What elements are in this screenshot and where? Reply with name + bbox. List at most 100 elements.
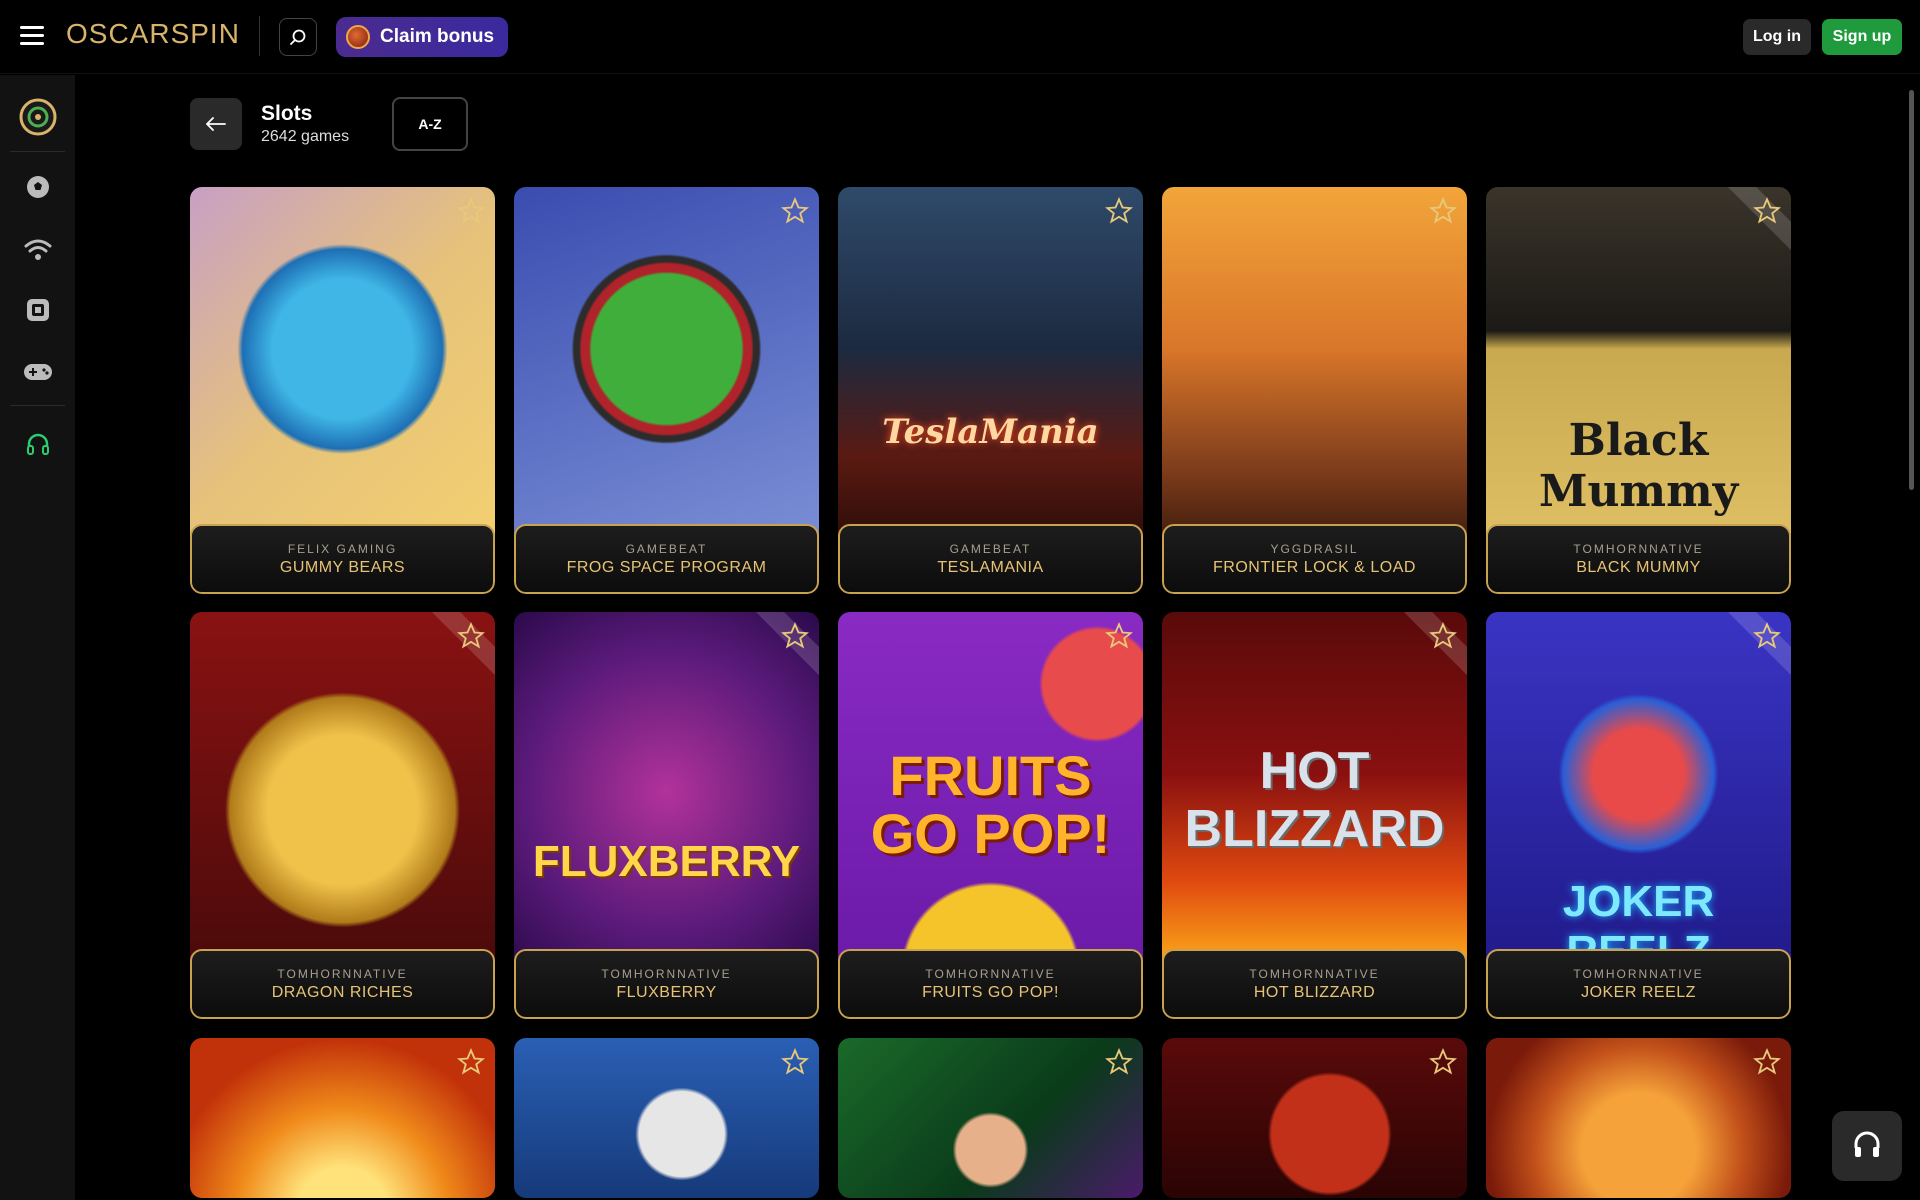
game-info-panel: TOMHORNNATIVE BLACK MUMMY xyxy=(1486,524,1791,594)
sidebar-item-support[interactable] xyxy=(0,420,75,470)
game-thumbnail xyxy=(1162,1038,1467,1198)
game-thumbnail: FLUXBERRY xyxy=(514,612,819,972)
game-thumbnail xyxy=(514,1038,819,1198)
favorite-star-icon[interactable] xyxy=(1429,1048,1457,1076)
sidebar-item-live[interactable] xyxy=(0,224,75,274)
game-card[interactable] xyxy=(838,1038,1143,1198)
favorite-star-icon[interactable] xyxy=(1105,1048,1133,1076)
favorite-star-icon[interactable] xyxy=(1753,197,1781,225)
site-logo[interactable]: OSCARSPIN xyxy=(66,18,240,50)
scrollbar-thumb[interactable] xyxy=(1909,90,1914,490)
sidebar-item-casino[interactable] xyxy=(0,285,75,335)
sidebar-item-games[interactable] xyxy=(0,347,75,397)
favorite-star-icon[interactable] xyxy=(781,622,809,650)
game-card[interactable]: Black Mummy TOMHORNNATIVE BLACK MUMMY xyxy=(1486,187,1791,594)
game-provider: YGGDRASIL xyxy=(1270,542,1359,556)
game-card[interactable]: JOKER REELZ TOMHORNNATIVE JOKER REELZ xyxy=(1486,612,1791,1019)
claim-bonus-button[interactable]: Claim bonus xyxy=(336,17,508,57)
game-card[interactable] xyxy=(1486,1038,1791,1198)
game-thumbnail xyxy=(1162,187,1467,547)
game-art-title: FRUITS GO POP! xyxy=(870,744,1111,865)
game-card[interactable] xyxy=(190,1038,495,1198)
game-card[interactable]: FELIX GAMING GUMMY BEARS xyxy=(190,187,495,594)
claim-bonus-label: Claim bonus xyxy=(380,26,495,47)
divider xyxy=(259,16,260,56)
back-button[interactable] xyxy=(190,98,242,150)
live-support-button[interactable] xyxy=(1832,1111,1902,1181)
game-card[interactable]: GAMEBEAT FROG SPACE PROGRAM xyxy=(514,187,819,594)
sort-az-button[interactable]: A-Z xyxy=(392,97,468,151)
game-card[interactable]: YGGDRASIL FRONTIER LOCK & LOAD xyxy=(1162,187,1467,594)
game-provider: TOMHORNNATIVE xyxy=(1573,967,1704,981)
sidebar-item-sports[interactable] xyxy=(0,162,75,212)
game-info-panel: GAMEBEAT TESLAMANIA xyxy=(838,524,1143,594)
headset-icon xyxy=(1854,1131,1880,1157)
game-thumbnail xyxy=(190,612,495,972)
game-count: 2642 games xyxy=(261,128,350,145)
game-art-title: HOT BLIZZARD xyxy=(1184,742,1445,858)
game-title: HOT BLIZZARD xyxy=(1253,984,1376,1001)
game-thumbnail: JOKER REELZ xyxy=(1486,612,1791,976)
divider xyxy=(10,151,65,152)
game-info-panel: TOMHORNNATIVE HOT BLIZZARD xyxy=(1162,949,1467,1019)
game-card[interactable]: FRUITS GO POP! TOMHORNNATIVE FRUITS GO P… xyxy=(838,612,1143,1019)
scrollbar[interactable] xyxy=(1908,80,1916,1200)
game-card[interactable]: TOMHORNNATIVE DRAGON RICHES xyxy=(190,612,495,1019)
game-info-panel: TOMHORNNATIVE DRAGON RICHES xyxy=(190,949,495,1019)
favorite-star-icon[interactable] xyxy=(457,197,485,225)
favorite-star-icon[interactable] xyxy=(781,197,809,225)
game-info-panel: TOMHORNNATIVE JOKER REELZ xyxy=(1486,949,1791,1019)
game-provider: TOMHORNNATIVE xyxy=(925,967,1056,981)
game-art-title: Black Mummy xyxy=(1538,415,1739,517)
game-provider: FELIX GAMING xyxy=(287,542,398,556)
game-provider: TOMHORNNATIVE xyxy=(1249,967,1380,981)
live-signal-icon xyxy=(24,239,51,260)
support-headset-icon xyxy=(26,433,49,455)
favorite-star-icon[interactable] xyxy=(457,1048,485,1076)
favorite-star-icon[interactable] xyxy=(457,622,485,650)
game-card[interactable] xyxy=(514,1038,819,1198)
page-title: Slots xyxy=(261,102,313,125)
sidebar xyxy=(0,75,75,1200)
game-provider: TOMHORNNATIVE xyxy=(601,967,732,981)
game-card[interactable] xyxy=(1162,1038,1467,1198)
game-title: TESLAMANIA xyxy=(937,559,1044,576)
search-icon xyxy=(290,29,306,45)
sidebar-item-home[interactable] xyxy=(0,87,75,147)
game-title: FLUXBERRY xyxy=(616,984,717,1001)
game-title: BLACK MUMMY xyxy=(1576,559,1701,576)
favorite-star-icon[interactable] xyxy=(1429,197,1457,225)
game-provider: GAMEBEAT xyxy=(625,542,708,556)
game-provider: GAMEBEAT xyxy=(949,542,1032,556)
game-info-panel: TOMHORNNATIVE FLUXBERRY xyxy=(514,949,819,1019)
favorite-star-icon[interactable] xyxy=(1429,622,1457,650)
favorite-star-icon[interactable] xyxy=(1105,197,1133,225)
game-info-panel: TOMHORNNATIVE FRUITS GO POP! xyxy=(838,949,1143,1019)
signup-button[interactable]: Sign up xyxy=(1822,19,1902,55)
login-button[interactable]: Log in xyxy=(1743,19,1811,55)
favorite-star-icon[interactable] xyxy=(1753,622,1781,650)
game-title: DRAGON RICHES xyxy=(271,984,414,1001)
search-button[interactable] xyxy=(279,18,317,56)
favorite-star-icon[interactable] xyxy=(1753,1048,1781,1076)
game-info-panel: YGGDRASIL FRONTIER LOCK & LOAD xyxy=(1162,524,1467,594)
oscar-logo-icon xyxy=(19,98,56,136)
game-title: FRUITS GO POP! xyxy=(922,984,1059,1001)
favorite-star-icon[interactable] xyxy=(1105,622,1133,650)
game-card[interactable]: FLUXBERRY TOMHORNNATIVE FLUXBERRY xyxy=(514,612,819,1019)
game-thumbnail: TeslaMania xyxy=(838,187,1143,547)
game-thumbnail xyxy=(1486,1038,1791,1198)
game-thumbnail xyxy=(838,1038,1143,1198)
game-title: GUMMY BEARS xyxy=(279,559,406,576)
game-thumbnail: HOT BLIZZARD xyxy=(1162,612,1467,972)
game-card[interactable]: HOT BLIZZARD TOMHORNNATIVE HOT BLIZZARD xyxy=(1162,612,1467,1019)
favorite-star-icon[interactable] xyxy=(781,1048,809,1076)
game-card[interactable]: TeslaMania GAMEBEAT TESLAMANIA xyxy=(838,187,1143,594)
game-provider: TOMHORNNATIVE xyxy=(1573,542,1704,556)
casino-chip-icon xyxy=(26,299,49,321)
gamepad-icon xyxy=(23,364,52,380)
arrow-left-icon xyxy=(206,117,226,131)
game-thumbnail xyxy=(514,187,819,547)
game-info-panel: FELIX GAMING GUMMY BEARS xyxy=(190,524,495,594)
menu-icon[interactable] xyxy=(20,26,44,46)
